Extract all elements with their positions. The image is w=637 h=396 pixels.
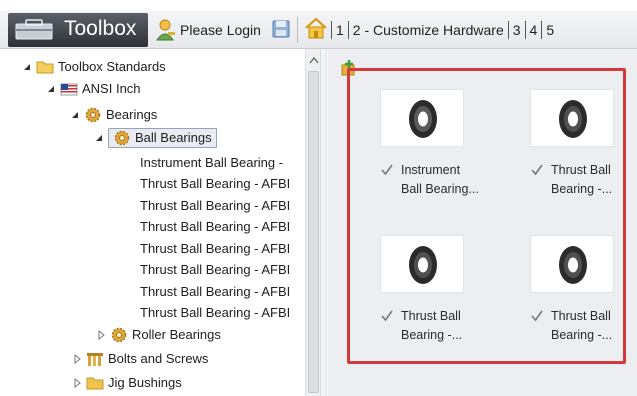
tree-label: Jig Bushings bbox=[108, 375, 182, 390]
part-label-line: Bearing -... bbox=[551, 328, 613, 342]
part-thumbnail[interactable] bbox=[530, 89, 614, 147]
tree-leaf[interactable]: Thrust Ball Bearing - AFBI bbox=[140, 281, 290, 302]
collapsed-arrow-icon[interactable] bbox=[72, 377, 82, 388]
part-label-line: Instrument bbox=[401, 163, 461, 177]
expanded-arrow-icon[interactable] bbox=[70, 110, 80, 120]
tree-label: Thrust Ball Bearing - AFBI bbox=[140, 262, 291, 277]
part-label: Thrust Ball Bearing -... bbox=[551, 307, 635, 345]
part-label-line: Ball Bearing... bbox=[401, 182, 479, 196]
gear-icon bbox=[114, 130, 130, 145]
tree-item-toolbox-standards[interactable]: Toolbox Standards bbox=[22, 56, 166, 77]
tree-label: Bolts and Screws bbox=[108, 351, 209, 366]
toolbox-window: Toolbox Please Login 1 2 - Customize Har… bbox=[0, 0, 637, 396]
tab-5[interactable]: 5 bbox=[542, 22, 558, 38]
tree-leaf[interactable]: Thrust Ball Bearing - AFBI bbox=[140, 173, 290, 194]
part-item[interactable]: Thrust Ball Bearing -... bbox=[356, 235, 486, 355]
toolbox-icon bbox=[15, 19, 53, 40]
part-label: Thrust Ball Bearing -... bbox=[551, 161, 635, 199]
tree-label: Thrust Ball Bearing - AFBI bbox=[140, 241, 291, 256]
tree-leaf[interactable]: Thrust Ball Bearing - AFBI bbox=[140, 216, 290, 237]
scroll-thumb[interactable] bbox=[308, 71, 319, 393]
part-label: Thrust Ball Bearing -... bbox=[401, 307, 485, 345]
scroll-up-arrow-icon[interactable] bbox=[309, 56, 319, 64]
tree-item-ansi-inch[interactable]: ANSI Inch bbox=[46, 78, 141, 99]
part-label-line: Bearing -... bbox=[401, 328, 463, 342]
tree-item-roller-bearings[interactable]: Roller Bearings bbox=[96, 324, 221, 345]
bearing-thumbnail-icon bbox=[559, 246, 587, 284]
tree-scrollbar[interactable] bbox=[305, 49, 321, 396]
part-label-line: Thrust Ball bbox=[401, 309, 461, 323]
expanded-arrow-icon[interactable] bbox=[94, 133, 104, 143]
part-label-line: Bearing -... bbox=[551, 182, 613, 196]
part-item[interactable]: Thrust Ball Bearing -... bbox=[506, 89, 636, 209]
checkmark-icon[interactable] bbox=[530, 163, 544, 177]
home-icon[interactable] bbox=[304, 17, 328, 39]
folder-icon bbox=[86, 377, 104, 389]
part-item[interactable]: Instrument Ball Bearing... bbox=[356, 89, 486, 209]
part-label-line: Thrust Ball bbox=[551, 163, 611, 177]
tree-leaf[interactable]: Thrust Ball Bearing - AFBI bbox=[140, 259, 290, 280]
tab-1[interactable]: 1 bbox=[332, 22, 348, 38]
tree-item-jig-bushings[interactable]: Jig Bushings bbox=[72, 372, 182, 393]
tree-label: Thrust Ball Bearing - AFBI bbox=[140, 305, 291, 320]
part-thumbnail[interactable] bbox=[380, 235, 464, 293]
tree-label: Thrust Ball Bearing - AFBI bbox=[140, 198, 291, 213]
tree-label: Thrust Ball Bearing - AFBI bbox=[140, 284, 291, 299]
tree-label: Bearings bbox=[106, 107, 158, 122]
gear-icon bbox=[111, 327, 127, 342]
user-key-icon bbox=[156, 19, 175, 41]
tree-item-ball-bearings[interactable]: Ball Bearings bbox=[94, 127, 217, 148]
login-label: Please Login bbox=[180, 22, 261, 38]
tree-label: Thrust Ball Bearing - AFBI bbox=[140, 219, 291, 234]
toolbox-title: Toolbox bbox=[64, 17, 137, 40]
toolbar-tabs: 1 2 - Customize Hardware 3 4 5 bbox=[331, 19, 558, 41]
tree-item-bolts-and-screws[interactable]: Bolts and Screws bbox=[72, 348, 208, 369]
tree-label: Toolbox Standards bbox=[58, 59, 166, 74]
save-icon[interactable] bbox=[272, 20, 290, 38]
part-item[interactable]: Thrust Ball Bearing -... bbox=[506, 235, 636, 355]
collapsed-arrow-icon[interactable] bbox=[72, 353, 82, 364]
toolbox-tree: Toolbox Standards ANSI Inch Bearings Bal… bbox=[0, 49, 305, 396]
expanded-arrow-icon[interactable] bbox=[22, 62, 32, 72]
checkmark-icon[interactable] bbox=[530, 309, 544, 323]
collapsed-arrow-icon[interactable] bbox=[96, 329, 106, 340]
toolbox-logo[interactable]: Toolbox bbox=[8, 13, 148, 47]
part-label: Instrument Ball Bearing... bbox=[401, 161, 485, 199]
bearing-thumbnail-icon bbox=[559, 100, 587, 138]
tree-label: Ball Bearings bbox=[135, 130, 212, 145]
tree-label: Thrust Ball Bearing - AFBI bbox=[140, 176, 291, 191]
tab-4[interactable]: 4 bbox=[526, 22, 542, 38]
selected-node[interactable]: Ball Bearings bbox=[108, 127, 217, 148]
tree-label: Roller Bearings bbox=[132, 327, 221, 342]
part-label-line: Thrust Ball bbox=[551, 309, 611, 323]
tab-2-customize-hardware[interactable]: 2 - Customize Hardware bbox=[349, 22, 508, 38]
tree-leaf[interactable]: Thrust Ball Bearing - AFBI bbox=[140, 238, 290, 259]
tree-leaf[interactable]: Thrust Ball Bearing - AFBI bbox=[140, 302, 290, 323]
bearing-thumbnail-icon bbox=[409, 100, 437, 138]
gear-icon bbox=[85, 107, 101, 122]
tab-3[interactable]: 3 bbox=[509, 22, 525, 38]
bolts-icon bbox=[87, 352, 103, 366]
folder-icon bbox=[36, 61, 54, 73]
tree-item-bearings[interactable]: Bearings bbox=[70, 104, 157, 125]
toolbar: Toolbox Please Login 1 2 - Customize Har… bbox=[0, 11, 637, 49]
expanded-arrow-icon[interactable] bbox=[46, 84, 56, 94]
panel-splitter[interactable] bbox=[321, 49, 327, 396]
checkmark-icon[interactable] bbox=[380, 309, 394, 323]
tree-label: ANSI Inch bbox=[82, 81, 141, 96]
us-flag-icon bbox=[60, 83, 78, 95]
part-thumbnail[interactable] bbox=[380, 89, 464, 147]
parts-panel: Instrument Ball Bearing... Thrust Ball B… bbox=[328, 49, 637, 396]
tree-leaf[interactable]: Thrust Ball Bearing - AFBI bbox=[140, 195, 290, 216]
bearing-thumbnail-icon bbox=[409, 246, 437, 284]
login-button[interactable]: Please Login bbox=[156, 14, 266, 46]
checkmark-icon[interactable] bbox=[380, 163, 394, 177]
tree-leaf[interactable]: Instrument Ball Bearing - bbox=[140, 152, 283, 173]
tree-label: Instrument Ball Bearing - bbox=[140, 155, 284, 170]
part-thumbnail[interactable] bbox=[530, 235, 614, 293]
toolbar-separator bbox=[297, 17, 298, 43]
